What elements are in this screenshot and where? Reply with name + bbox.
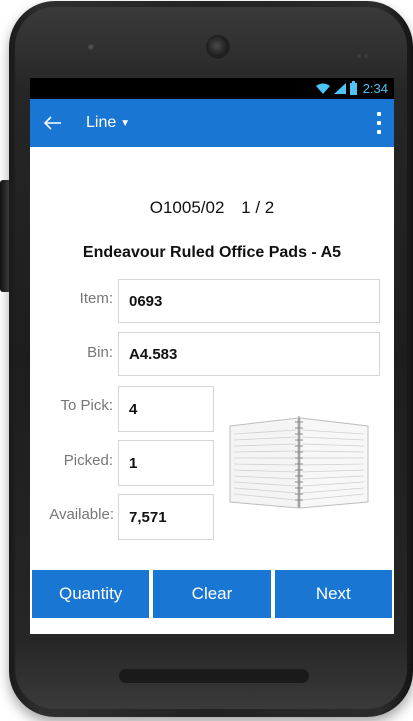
quantity-button[interactable]: Quantity <box>32 570 150 618</box>
order-info: O1005/02 1 / 2 <box>30 198 394 218</box>
bottom-speaker <box>119 669 309 683</box>
arrow-left-icon <box>44 116 61 130</box>
item-field[interactable]: 0693 <box>118 279 380 323</box>
sensor <box>357 45 373 58</box>
app-bar: Line ▼ <box>30 99 394 147</box>
to-pick-field[interactable]: 4 <box>118 386 214 432</box>
speaker-dot <box>88 44 95 51</box>
wifi-icon <box>315 83 330 94</box>
picked-label: Picked: <box>63 452 113 469</box>
bin-field[interactable]: A4.583 <box>118 332 380 376</box>
to-pick-label: To Pick: <box>60 397 113 414</box>
back-button[interactable] <box>34 99 72 147</box>
title-dropdown[interactable]: Line ▼ <box>86 114 130 132</box>
product-name: Endeavour Ruled Office Pads - A5 <box>82 244 342 261</box>
overflow-menu-button[interactable] <box>376 112 382 134</box>
caret-down-icon: ▼ <box>120 117 131 129</box>
menu-dot-icon <box>377 130 381 134</box>
status-time: 2:34 <box>362 81 388 96</box>
clear-button[interactable]: Clear <box>153 570 271 618</box>
picked-field[interactable]: 1 <box>118 440 214 486</box>
menu-dot-icon <box>377 112 381 116</box>
app-screen: 2:34 Line ▼ O1005/02 1 / 2 Endeavour Rul… <box>30 78 394 634</box>
menu-dot-icon <box>377 121 381 125</box>
bin-label: Bin: <box>87 344 113 361</box>
order-number: O1005/02 <box>149 198 225 217</box>
next-button[interactable]: Next <box>274 570 392 618</box>
notebook-icon <box>229 416 369 509</box>
side-button <box>0 180 9 292</box>
battery-icon <box>349 80 357 95</box>
available-field[interactable]: 7,571 <box>118 494 214 540</box>
item-label: Item: <box>79 290 113 307</box>
front-camera <box>206 35 230 59</box>
order-position: 1 / 2 <box>241 198 275 217</box>
signal-icon <box>333 83 346 94</box>
product-image <box>229 416 369 509</box>
app-title: Line <box>86 114 117 131</box>
status-bar: 2:34 <box>30 78 394 99</box>
action-buttons: Quantity Clear Next <box>30 570 394 618</box>
available-label: Available: <box>49 506 114 523</box>
